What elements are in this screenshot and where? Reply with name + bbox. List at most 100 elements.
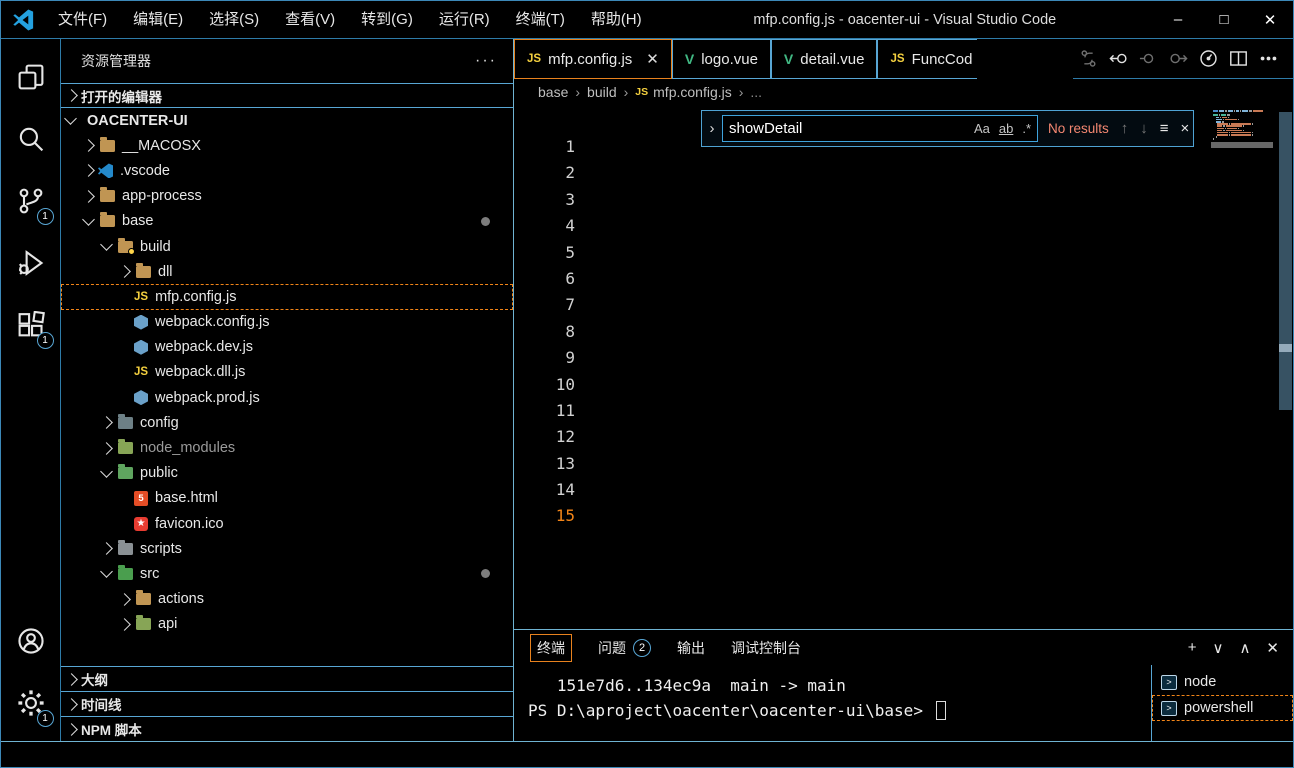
terminal-instance-powershell[interactable]: >powershell [1152, 695, 1293, 721]
breadcrumb-item[interactable]: JSmfp.config.js [635, 84, 731, 100]
find-previous-icon[interactable]: ↑ [1121, 120, 1129, 137]
breadcrumb[interactable]: base›build›JSmfp.config.js›... [514, 79, 1293, 105]
code-line[interactable]: 7 [514, 292, 601, 318]
maximize-panel-icon[interactable]: ∧ [1239, 639, 1250, 657]
panel-tab-终端[interactable]: 终端 [530, 634, 572, 662]
run-file-icon[interactable] [1193, 44, 1223, 74]
vertical-scrollbar[interactable] [1279, 112, 1292, 410]
terminal-output[interactable]: 151e7d6..134ec9a main -> mainPS D:\aproj… [514, 665, 1151, 743]
activity-search-icon[interactable] [9, 115, 53, 163]
tree-item[interactable]: .vscode [61, 158, 513, 183]
code-line[interactable]: 14 [514, 477, 601, 503]
sidebar-section-大纲[interactable]: 大纲 [61, 666, 513, 691]
breadcrumb-item[interactable]: base [538, 84, 568, 100]
sidebar-more-icon[interactable]: ··· [475, 52, 497, 70]
activity-run-debug-icon[interactable] [9, 239, 53, 287]
minimap-slider[interactable] [1211, 142, 1273, 148]
menu-item[interactable]: 选择(S) [196, 1, 272, 38]
activity-source-control-icon[interactable]: 1 [9, 177, 53, 225]
code-line[interactable]: 9 [514, 345, 601, 371]
tree-item[interactable]: scripts [61, 536, 513, 561]
tab-mfp.config.js[interactable]: JSmfp.config.js✕ [514, 39, 672, 79]
tree-item[interactable]: src [61, 561, 513, 586]
tree-item[interactable]: __MACOSX [61, 133, 513, 158]
sidebar-section-NPM 脚本[interactable]: NPM 脚本 [61, 716, 513, 741]
tree-item[interactable]: actions [61, 587, 513, 612]
find-next-icon[interactable]: ↓ [1140, 120, 1148, 137]
menu-item[interactable]: 查看(V) [272, 1, 348, 38]
menu-item[interactable]: 运行(R) [426, 1, 503, 38]
breadcrumb-item[interactable]: ... [750, 84, 762, 100]
find-close-icon[interactable]: × [1181, 120, 1190, 137]
tree-item[interactable]: 5base.html [61, 486, 513, 511]
navigate-forward-icon[interactable] [1163, 44, 1193, 74]
tree-item[interactable]: public [61, 461, 513, 486]
menu-item[interactable]: 文件(F) [45, 1, 120, 38]
menu-item[interactable]: 终端(T) [503, 1, 578, 38]
code-line[interactable]: 1 [514, 134, 601, 160]
tree-item[interactable]: base [61, 209, 513, 234]
tree-item[interactable]: build [61, 234, 513, 259]
tree-item[interactable]: ★favicon.ico [61, 511, 513, 536]
menu-item[interactable]: 帮助(H) [578, 1, 655, 38]
navigate-back-icon[interactable] [1103, 44, 1133, 74]
code-line[interactable]: 3 [514, 187, 601, 213]
code-line[interactable]: 2 [514, 160, 601, 186]
tab-detail.vue[interactable]: Vdetail.vue [771, 39, 878, 79]
tree-item[interactable]: node_modules [61, 435, 513, 460]
close-panel-icon[interactable]: ✕ [1266, 639, 1279, 657]
whole-word-icon[interactable]: ab [999, 121, 1013, 136]
code-line[interactable]: 12 [514, 424, 601, 450]
maximize-button[interactable]: □ [1201, 1, 1247, 38]
tab-logo.vue[interactable]: Vlogo.vue [672, 39, 771, 79]
code-editor[interactable]: 123456789101112131415 › Aa ab .* [514, 105, 1293, 629]
tree-item[interactable]: app-process [61, 184, 513, 209]
tree-item[interactable]: webpack.prod.js [61, 385, 513, 410]
code-line[interactable]: 6 [514, 266, 601, 292]
tree-item[interactable]: webpack.dev.js [61, 335, 513, 360]
open-editors-section[interactable]: 打开的编辑器 [61, 83, 513, 108]
find-in-selection-icon[interactable]: ≡ [1160, 120, 1169, 137]
find-expand-icon[interactable]: › [702, 120, 722, 137]
panel-tab-调试控制台[interactable]: 调试控制台 [731, 638, 801, 658]
code-line[interactable]: 11 [514, 398, 601, 424]
sidebar-section-时间线[interactable]: 时间线 [61, 691, 513, 716]
activity-settings-icon[interactable]: 1 [9, 679, 53, 727]
menu-item[interactable]: 编辑(E) [120, 1, 196, 38]
activity-extensions-icon[interactable]: 1 [9, 301, 53, 349]
tree-item[interactable]: webpack.config.js [61, 310, 513, 335]
new-terminal-icon[interactable]: + [1188, 639, 1197, 656]
navigate-mid-icon[interactable] [1133, 44, 1163, 74]
code-line[interactable]: 4 [514, 213, 601, 239]
tab-FuncCod[interactable]: JSFuncCod [877, 39, 977, 79]
code-line[interactable]: 13 [514, 451, 601, 477]
tab-close-icon[interactable]: ✕ [646, 50, 659, 68]
panel-tab-输出[interactable]: 输出 [677, 638, 705, 658]
minimap[interactable] [1213, 110, 1277, 143]
tree-item[interactable]: JSmfp.config.js [61, 284, 513, 309]
match-case-icon[interactable]: Aa [974, 121, 990, 136]
panel-tab-问题[interactable]: 问题2 [598, 638, 651, 658]
close-button[interactable]: ✕ [1247, 1, 1293, 38]
activity-explorer-icon[interactable] [9, 53, 53, 101]
code-line[interactable]: 15 [514, 503, 601, 529]
tree-item[interactable]: JSwebpack.dll.js [61, 360, 513, 385]
open-changes-icon[interactable] [1073, 44, 1103, 74]
terminal-dropdown-icon[interactable]: ∨ [1212, 639, 1223, 657]
activity-account-icon[interactable] [9, 617, 53, 665]
breadcrumb-item[interactable]: build [587, 84, 617, 100]
code-line[interactable]: 10 [514, 372, 601, 398]
code-line[interactable]: 8 [514, 319, 601, 345]
tree-item[interactable]: dll [61, 259, 513, 284]
regex-icon[interactable]: .* [1022, 121, 1031, 136]
split-editor-icon[interactable] [1223, 44, 1253, 74]
tree-item[interactable]: config [61, 410, 513, 435]
more-actions-icon[interactable] [1253, 44, 1283, 74]
terminal-instance-node[interactable]: >node [1152, 669, 1293, 695]
tree-root[interactable]: OACENTER-UI [61, 108, 513, 133]
code-line[interactable]: 5 [514, 240, 601, 266]
menu-item[interactable]: 转到(G) [348, 1, 426, 38]
find-input[interactable] [729, 120, 929, 137]
tree-item[interactable]: api [61, 612, 513, 637]
minimize-button[interactable]: – [1155, 1, 1201, 38]
